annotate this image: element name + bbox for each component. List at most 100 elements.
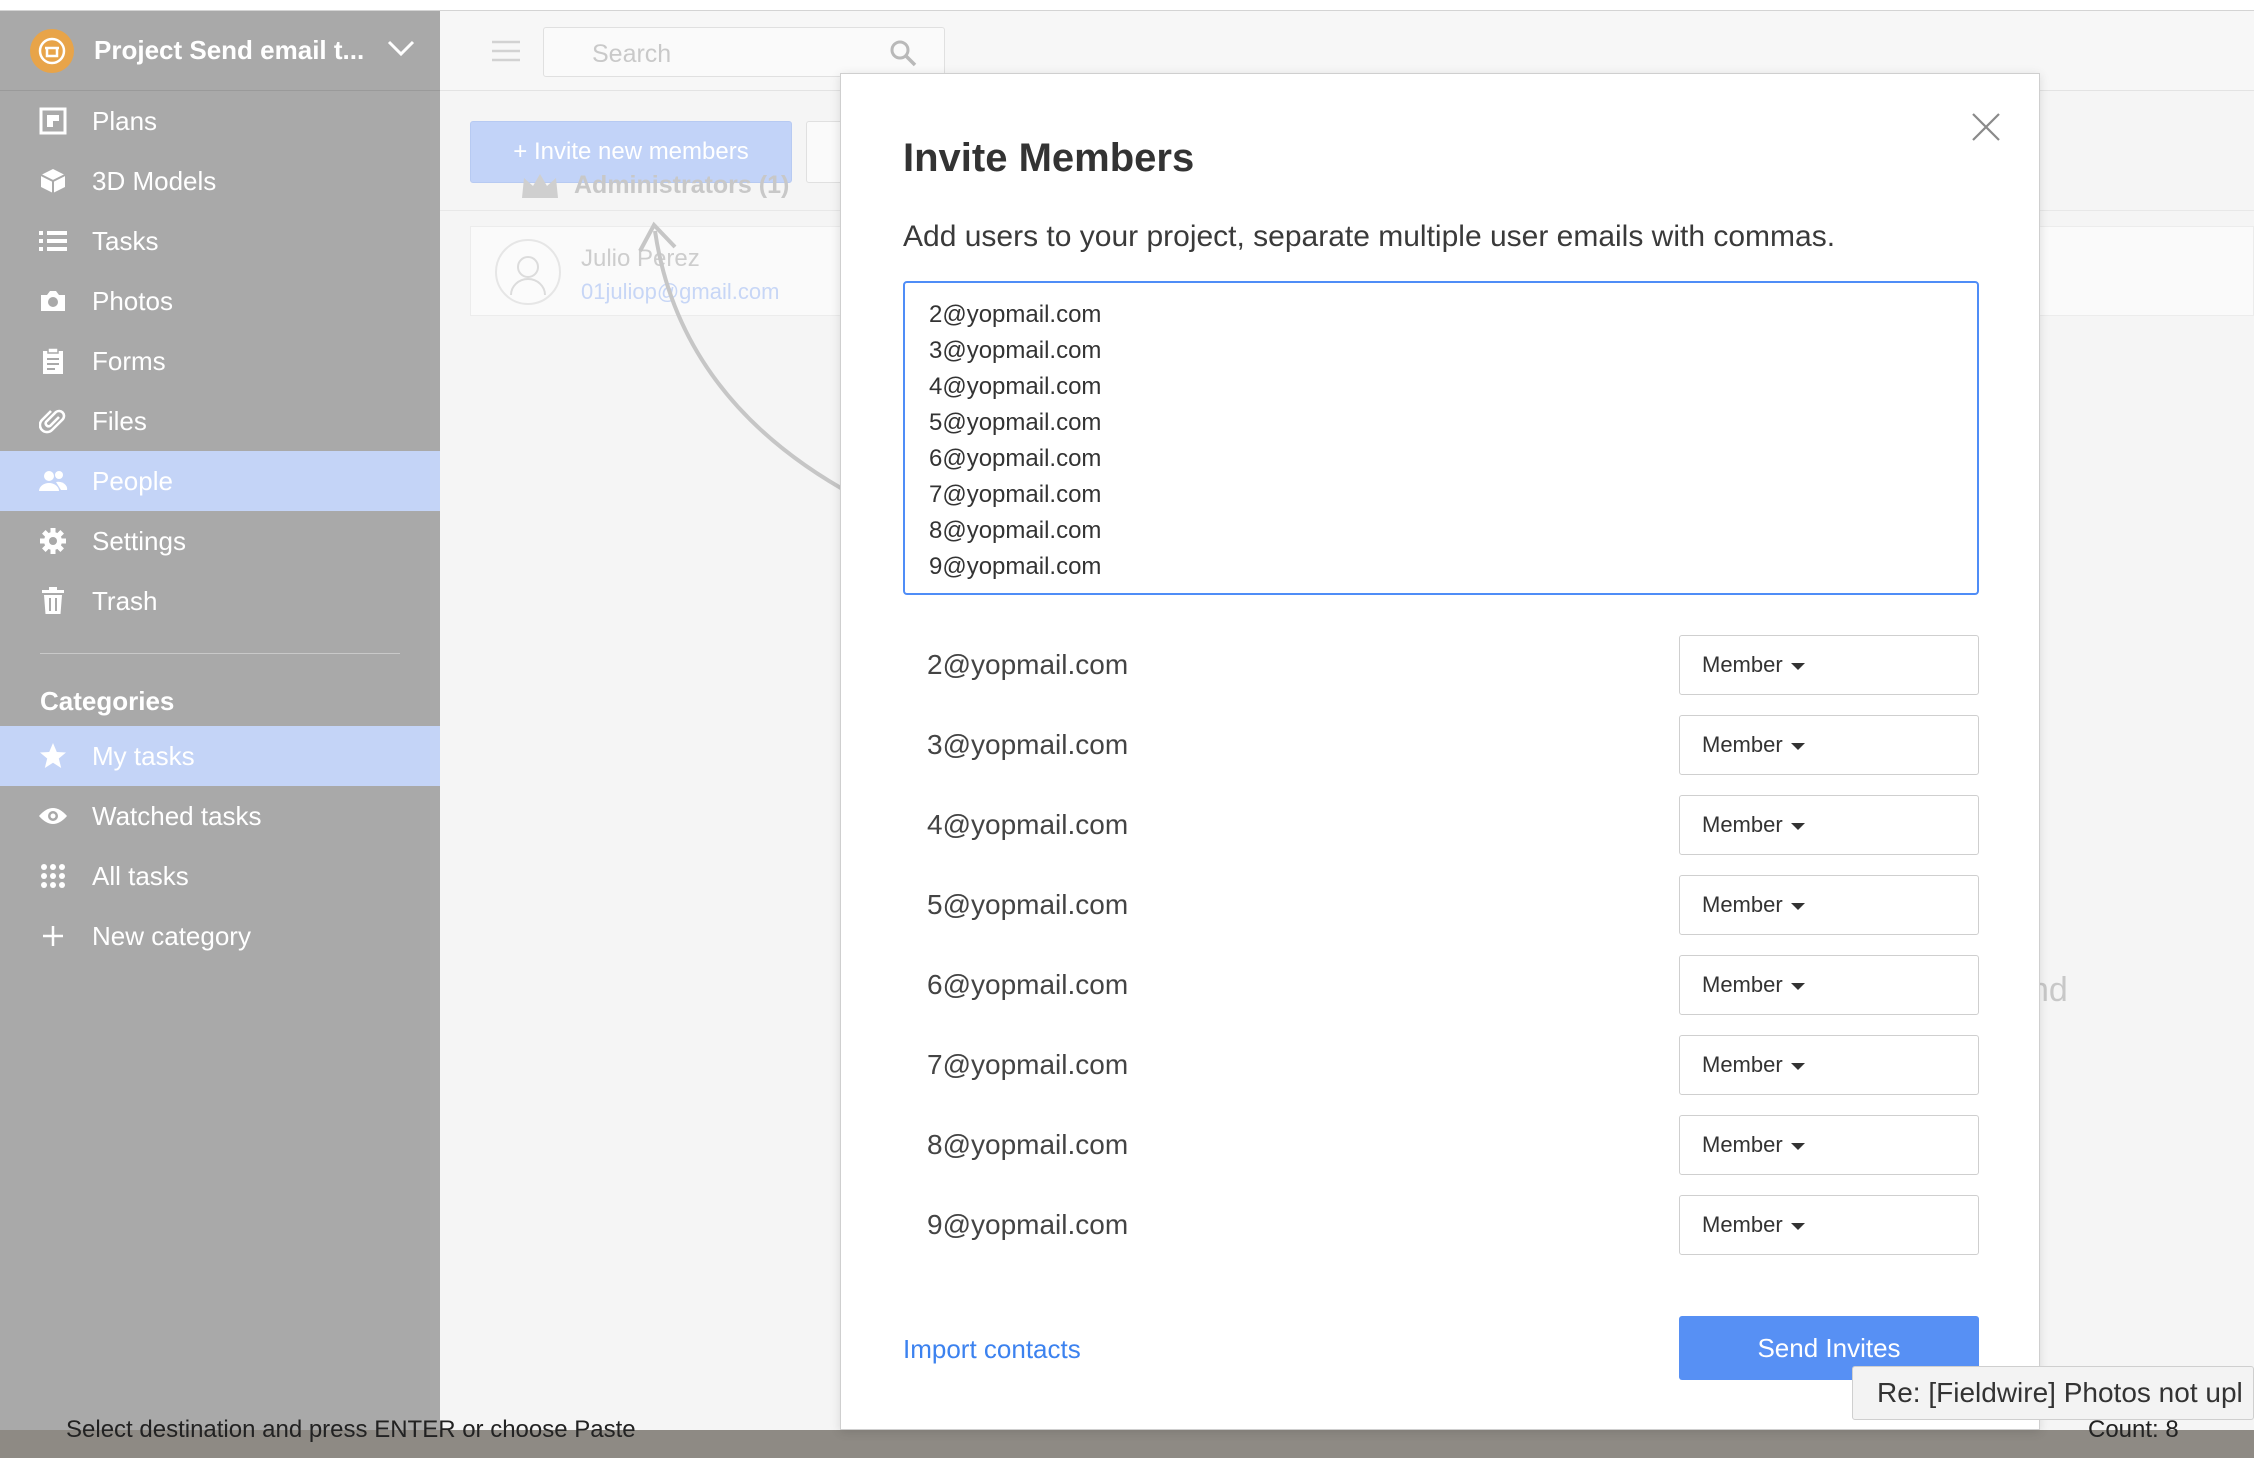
role-select[interactable]: Member	[1679, 875, 1979, 935]
chevron-down-icon[interactable]	[386, 39, 416, 62]
invitee-email: 2@yopmail.com	[927, 649, 1129, 680]
people-icon	[38, 466, 68, 496]
caret-down-icon	[1790, 822, 1805, 830]
invitee-email: 3@yopmail.com	[927, 729, 1129, 760]
invitee-row: 6@yopmail.com Member	[903, 955, 1979, 1015]
invitee-email: 4@yopmail.com	[927, 809, 1129, 840]
invitee-row: 4@yopmail.com Member	[903, 795, 1979, 855]
list-icon	[38, 226, 68, 256]
star-icon	[38, 741, 68, 771]
search-icon[interactable]	[888, 38, 918, 73]
search-input[interactable]: Search	[543, 27, 945, 77]
category-label: Watched tasks	[92, 800, 262, 831]
sidebar-divider	[40, 653, 400, 654]
sidebar-item-forms[interactable]: Forms	[0, 331, 440, 391]
role-select[interactable]: Member	[1679, 1115, 1979, 1175]
sidebar-item-label: 3D Models	[92, 165, 217, 196]
invitee-email: 6@yopmail.com	[927, 969, 1129, 1000]
grid-icon	[38, 861, 68, 891]
invitee-row: 7@yopmail.com Member	[903, 1035, 1979, 1095]
role-value: Member	[1702, 1212, 1783, 1237]
sidebar-item-label: Trash	[92, 585, 158, 616]
sidebar-nav: Plans 3D Models Tasks Photos Forms Files	[0, 91, 440, 631]
invitee-row: 8@yopmail.com Member	[903, 1115, 1979, 1175]
textarea-line: 2@yopmail.com	[929, 301, 1102, 328]
category-label: My tasks	[92, 740, 195, 771]
close-icon[interactable]	[1969, 110, 2003, 144]
sidebar-item-label: Plans	[92, 105, 158, 136]
invitee-email: 5@yopmail.com	[927, 889, 1129, 920]
import-contacts-link[interactable]: Import contacts	[903, 1334, 1081, 1365]
tooltip: Re: [Fieldwire] Photos not upl	[1852, 1366, 2254, 1420]
role-select[interactable]: Member	[1679, 955, 1979, 1015]
emails-textarea[interactable]: 2@yopmail.com 3@yopmail.com 4@yopmail.co…	[903, 281, 1979, 595]
sidebar-item-photos[interactable]: Photos	[0, 271, 440, 331]
category-label: New category	[92, 920, 251, 951]
clipboard-icon	[38, 346, 68, 376]
role-select[interactable]: Member	[1679, 635, 1979, 695]
sidebar-item-label: People	[92, 465, 173, 496]
role-select[interactable]: Member	[1679, 1195, 1979, 1255]
sidebar: Project Send email t... Plans 3D Models …	[0, 11, 440, 1430]
sidebar-item-tasks[interactable]: Tasks	[0, 211, 440, 271]
textarea-line: 4@yopmail.com	[929, 373, 1102, 400]
role-value: Member	[1702, 892, 1783, 917]
role-select[interactable]: Member	[1679, 715, 1979, 775]
gear-icon	[38, 526, 68, 556]
crown-icon	[522, 173, 558, 198]
administrators-label: Administrators (1)	[574, 171, 790, 199]
caret-down-icon	[1790, 1142, 1805, 1150]
caret-down-icon	[1790, 742, 1805, 750]
project-logo-icon	[30, 28, 74, 73]
invitee-email: 8@yopmail.com	[927, 1129, 1129, 1160]
textarea-line: 6@yopmail.com	[929, 445, 1102, 472]
avatar	[495, 239, 561, 305]
eye-icon	[38, 801, 68, 831]
project-header[interactable]: Project Send email t...	[0, 11, 440, 91]
category-watched-tasks[interactable]: Watched tasks	[0, 786, 440, 846]
invitee-email: 9@yopmail.com	[927, 1209, 1129, 1240]
invitee-email: 7@yopmail.com	[927, 1049, 1129, 1080]
project-name: Project Send email t...	[94, 35, 365, 65]
sidebar-item-label: Photos	[92, 285, 173, 316]
administrators-header: Administrators (1)	[520, 171, 789, 200]
caret-down-icon	[1790, 982, 1805, 990]
invitee-row: 5@yopmail.com Member	[903, 875, 1979, 935]
category-new[interactable]: New category	[0, 906, 440, 966]
textarea-line: 5@yopmail.com	[929, 409, 1102, 436]
sidebar-item-trash[interactable]: Trash	[0, 571, 440, 631]
category-my-tasks[interactable]: My tasks	[0, 726, 440, 786]
sidebar-item-people[interactable]: People	[0, 451, 440, 511]
dialog-subtitle: Add users to your project, separate mult…	[903, 220, 1836, 253]
role-select[interactable]: Member	[1679, 795, 1979, 855]
category-all-tasks[interactable]: All tasks	[0, 846, 440, 906]
sidebar-item-files[interactable]: Files	[0, 391, 440, 451]
sidebar-item-plans[interactable]: Plans	[0, 91, 440, 151]
plans-icon	[38, 106, 68, 136]
role-value: Member	[1702, 1052, 1783, 1077]
paperclip-icon	[38, 406, 68, 436]
hamburger-icon[interactable]	[490, 39, 522, 68]
sidebar-item-settings[interactable]: Settings	[0, 511, 440, 571]
caret-down-icon	[1790, 1222, 1805, 1230]
caret-down-icon	[1790, 902, 1805, 910]
camera-icon	[38, 286, 68, 316]
invitee-row: 9@yopmail.com Member	[903, 1195, 1979, 1255]
role-value: Member	[1702, 972, 1783, 997]
role-value: Member	[1702, 1132, 1783, 1157]
caret-down-icon	[1790, 1062, 1805, 1070]
textarea-line: 9@yopmail.com	[929, 553, 1102, 580]
sidebar-item-3d-models[interactable]: 3D Models	[0, 151, 440, 211]
role-value: Member	[1702, 732, 1783, 757]
role-value: Member	[1702, 652, 1783, 677]
top-border	[0, 0, 2254, 11]
dialog-title: Invite Members	[903, 136, 1195, 180]
role-value: Member	[1702, 812, 1783, 837]
status-bar-count: Count: 8	[2088, 1416, 2179, 1443]
category-label: All tasks	[92, 860, 189, 891]
textarea-line: 8@yopmail.com	[929, 517, 1102, 544]
hint-arrow-icon	[638, 221, 856, 498]
role-select[interactable]: Member	[1679, 1035, 1979, 1095]
cube-icon	[38, 166, 68, 196]
search-placeholder: Search	[592, 40, 672, 68]
